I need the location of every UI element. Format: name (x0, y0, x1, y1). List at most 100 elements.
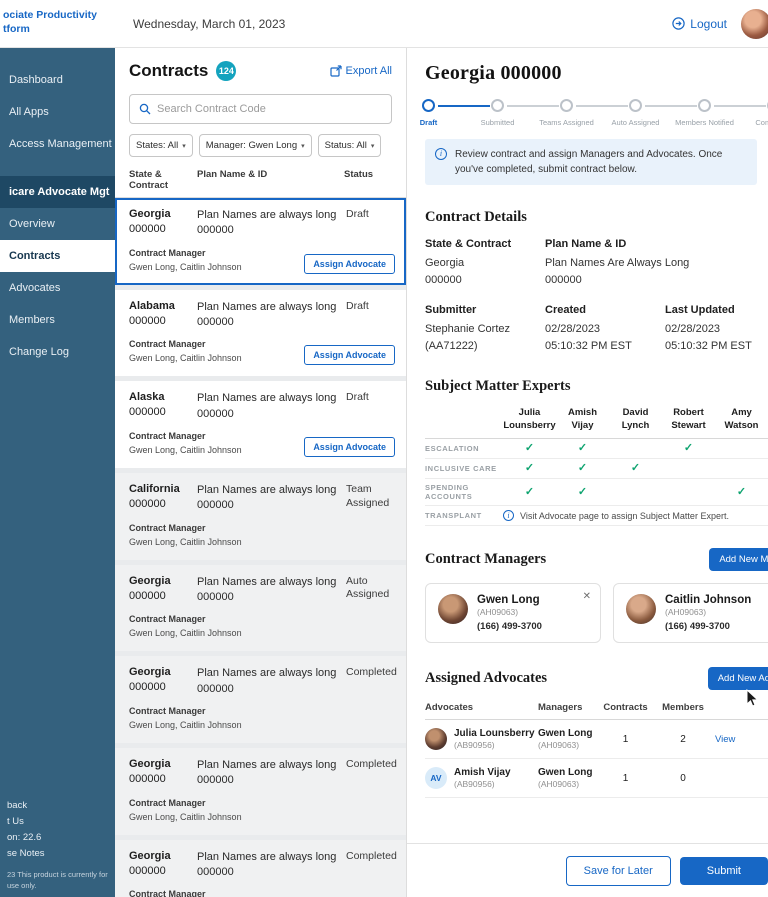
view-link[interactable]: View (715, 734, 735, 745)
sidebar-item[interactable]: Dashboard (0, 64, 115, 96)
sidebar-footer-link[interactable]: t Us (7, 814, 108, 830)
sidebar-item[interactable]: Contracts (0, 240, 115, 272)
col-advocates: Advocates (425, 702, 474, 714)
sidebar-item-label: Change Log (9, 346, 69, 358)
chevron-down-icon: ▾ (301, 142, 305, 150)
manager-id: (AH09063) (665, 607, 707, 618)
step-label: Draft (419, 118, 438, 127)
detail-field-value: 02/28/2023 (545, 323, 601, 336)
manager-id: (AH09063) (477, 607, 519, 618)
plan-name: Plan Names are always long (197, 300, 337, 313)
sme-row: TRANSPLANT i Visit Advocate page to assign… (425, 506, 768, 527)
sme-row-label: ESCALATION (425, 444, 480, 454)
logout-icon (672, 17, 685, 30)
contract-card[interactable]: Georgia 000000 Plan Names are always lon… (115, 564, 406, 652)
advocate-manager-name: Gwen Long (538, 728, 593, 740)
sidebar-footer-link[interactable]: on: 22.6 (7, 830, 108, 846)
plan-id: 000000 (197, 682, 234, 695)
contract-state: California (129, 482, 180, 495)
stepper-step: Completed (739, 99, 768, 127)
advocate-contracts-count: 1 (622, 772, 629, 784)
list-column-headers: State & Contract Plan Name & ID Status (115, 157, 406, 198)
detail-field-label: Submitter (425, 304, 477, 317)
check-icon: ✓ (577, 462, 588, 475)
check-icon: ✓ (524, 462, 535, 475)
detail-field-value: Georgia (425, 257, 465, 270)
contract-manager-names: Gwen Long, Caitlin Johnson (129, 628, 242, 639)
assign-advocate-button[interactable]: Assign Advocate (304, 345, 395, 366)
contract-card[interactable]: Georgia 000000 Plan Names are always lon… (115, 198, 406, 285)
sidebar-item[interactable]: Access Management (0, 128, 115, 160)
filter-dropdown[interactable]: States: All ▾ (129, 134, 193, 157)
status-badge: Completed (346, 849, 397, 862)
export-all-button[interactable]: Export All (329, 65, 392, 77)
contract-id: 000000 (129, 681, 166, 694)
contract-details-heading: Contract Details (425, 209, 527, 226)
col-members: Members (662, 702, 704, 714)
contract-card[interactable]: Alabama 000000 Plan Names are always lon… (115, 289, 406, 377)
advocate-manager-cell: Gwen Long (AH09063) (538, 767, 598, 789)
page-title: Georgia 000000 (425, 62, 562, 84)
filter-dropdown[interactable]: Manager: Gwen Long ▾ (198, 134, 312, 157)
sme-row: SPENDING ACCOUNTS ✓ ✓ ✓ (425, 479, 768, 507)
sidebar-item[interactable]: Members (0, 304, 115, 336)
sidebar-footer-link[interactable]: back (7, 798, 108, 814)
sidebar-item[interactable]: Advocates (0, 272, 115, 304)
contract-manager-label: Contract Manager (129, 797, 206, 808)
step-label: Members Notified (675, 118, 734, 127)
contract-details-section: Contract Details State & Contract Georgi… (425, 209, 768, 354)
step-label: Teams Assigned (539, 118, 594, 127)
col-status: Status (344, 169, 374, 180)
filter-dropdown[interactable]: Status: All ▾ (317, 134, 382, 157)
search-input[interactable] (157, 103, 382, 115)
contract-detail-panel: Georgia 000000 Draft Submitted Teams Ass… (407, 48, 768, 897)
sidebar-item-label: All Apps (9, 106, 49, 118)
plan-name: Plan Names are always long (197, 392, 337, 405)
advocate-manager-name: Gwen Long (538, 767, 593, 779)
sme-expert-name: David Lynch (621, 407, 650, 431)
sidebar-item[interactable]: Overview (0, 208, 115, 240)
sme-note: i Visit Advocate page to assign Subject M… (503, 510, 729, 522)
sme-expert-name: Robert Stewart (671, 407, 706, 431)
advocate-contracts-count: 1 (622, 733, 629, 745)
advocate-row: AV Amish Vijay (AB90956) Gwen Long (AH09… (425, 759, 768, 799)
plan-id: 000000 (197, 407, 234, 420)
chevron-down-icon: ▾ (182, 142, 186, 150)
user-avatar[interactable] (741, 8, 768, 39)
step-label: Submitted (480, 118, 515, 127)
contract-manager-label: Contract Manager (129, 706, 206, 717)
contract-card[interactable]: Georgia 000000 Plan Names are always lon… (115, 656, 406, 743)
plan-id: 000000 (197, 774, 234, 787)
contract-card[interactable]: California 000000 Plan Names are always … (115, 472, 406, 560)
contract-state: Georgia (129, 757, 171, 770)
detail-field: Created 02/28/2023 05:10:32 PM EST (545, 304, 665, 354)
contract-card[interactable]: Georgia 000000 Plan Names are always lon… (115, 839, 406, 897)
detail-field-label: Last Updated (665, 304, 735, 317)
advocate-cell: AV Amish Vijay (AB90956) (425, 767, 538, 790)
contracts-title: Contracts (129, 61, 209, 80)
submit-button[interactable]: Submit (679, 856, 768, 885)
remove-manager-icon[interactable]: ✕ (583, 591, 591, 602)
logout-button[interactable]: Logout (672, 17, 727, 31)
contract-card[interactable]: Georgia 000000 Plan Names are always lon… (115, 747, 406, 835)
contract-manager-names: Gwen Long, Caitlin Johnson (129, 536, 242, 547)
assign-advocate-button[interactable]: Assign Advocate (304, 253, 395, 274)
sidebar-footer-link[interactable]: se Notes (7, 846, 108, 862)
contracts-list[interactable]: Georgia 000000 Plan Names are always lon… (115, 198, 406, 897)
sidebar-item-label: Dashboard (9, 74, 63, 86)
add-new-advocate-button[interactable]: Add New Advocate (707, 667, 768, 691)
sidebar-item[interactable]: Change Log (0, 336, 115, 368)
detail-field: Last Updated 02/28/2023 05:10:32 PM EST (665, 304, 765, 354)
contract-card[interactable]: Alaska 000000 Plan Names are always long… (115, 381, 406, 468)
status-badge: Completed (346, 666, 397, 679)
add-new-manager-button[interactable]: Add New Manager (709, 548, 768, 572)
sidebar-item[interactable]: All Apps (0, 96, 115, 128)
sme-row-label: TRANSPLANT (425, 511, 482, 521)
sidebar-item[interactable]: icare Advocate Mgt (0, 176, 115, 208)
contract-id: 000000 (129, 406, 166, 419)
assign-advocate-button[interactable]: Assign Advocate (304, 436, 395, 457)
detail-field-value2: 05:10:32 PM EST (665, 339, 752, 352)
app-logo: ociate Productivity tform (0, 0, 115, 48)
save-for-later-button[interactable]: Save for Later (565, 855, 671, 886)
detail-field-label: Created (545, 304, 586, 317)
